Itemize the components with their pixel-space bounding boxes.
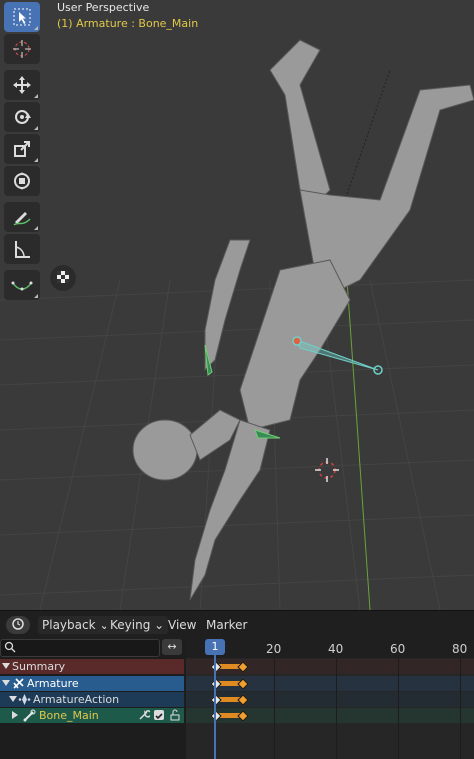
triangle-down-icon: [2, 680, 10, 686]
swap-channels-button[interactable]: ↔: [162, 639, 182, 655]
3d-cursor: [315, 458, 339, 482]
lock-icon[interactable]: [169, 709, 181, 725]
channel-label: Armature: [27, 677, 79, 690]
timeline-header: Playback ⌄ Keying ⌄ View Marker: [0, 610, 474, 639]
3d-cursor-icon: [12, 39, 32, 59]
dopesheet-area[interactable]: [186, 658, 474, 759]
viewport-object-info: (1) Armature : Bone_Main: [57, 17, 199, 30]
rotate-icon: [12, 107, 32, 127]
checkbox-icon[interactable]: [154, 710, 164, 720]
transform-icon: [12, 171, 32, 191]
channel-armature[interactable]: Armature: [0, 676, 184, 691]
scale-icon: [12, 139, 32, 159]
viewport-title: User Perspective: [57, 1, 150, 14]
editor-type-dropdown[interactable]: [6, 616, 30, 634]
ruler-label: 80: [452, 642, 468, 656]
triangle-down-icon: [9, 696, 17, 702]
rotate-tool-button[interactable]: [4, 102, 40, 132]
playhead-line[interactable]: [214, 655, 216, 759]
pose-curve-tool-button[interactable]: [4, 270, 40, 300]
transform-tool-button[interactable]: [4, 166, 40, 196]
viewport-grid: [0, 39, 474, 610]
measure-tool-button[interactable]: [4, 234, 40, 264]
channel-search-input[interactable]: [0, 639, 160, 657]
annotate-tool-button[interactable]: [4, 202, 40, 232]
cursor-select-icon: [13, 8, 31, 26]
channel-label: ArmatureAction: [33, 693, 120, 706]
ruler-label: 60: [390, 642, 406, 656]
checker-toggle-button[interactable]: [50, 265, 76, 291]
channel-bone-main[interactable]: Bone_Main: [0, 708, 184, 723]
channel-label: Bone_Main: [39, 709, 99, 722]
cursor-tool-button[interactable]: [4, 34, 40, 64]
marker-menu[interactable]: Marker: [202, 616, 251, 634]
channel-armature-action[interactable]: ArmatureAction: [0, 692, 184, 707]
scale-tool-button[interactable]: [4, 134, 40, 164]
checker-icon: [57, 270, 69, 286]
measure-ruler-icon: [12, 239, 32, 259]
3d-viewport[interactable]: User Perspective (1) Armature : Bone_Mai…: [0, 0, 474, 610]
annotate-pen-icon: [12, 207, 32, 227]
channel-label: Summary: [12, 660, 66, 673]
view-menu[interactable]: View: [164, 616, 200, 634]
keying-menu[interactable]: Keying ⌄: [106, 616, 169, 634]
channel-summary[interactable]: Summary: [0, 659, 184, 674]
pose-curve-icon: [11, 275, 33, 295]
move-arrows-icon: [12, 75, 32, 95]
ruler-label: 20: [266, 642, 282, 656]
frame-ruler[interactable]: 20 40 60 80: [186, 638, 474, 658]
triangle-right-icon: [12, 711, 18, 719]
wrench-icon[interactable]: [138, 709, 152, 725]
current-frame-indicator[interactable]: 1: [205, 639, 225, 655]
bone-icon: [23, 709, 36, 726]
timeline-editor: Playback ⌄ Keying ⌄ View Marker ↔ 20 40 …: [0, 610, 474, 759]
move-tool-button[interactable]: [4, 70, 40, 100]
search-icon: [4, 641, 16, 656]
clock-icon: [12, 617, 24, 633]
playback-menu[interactable]: Playback ⌄: [38, 616, 114, 634]
triangle-down-icon: [2, 663, 10, 669]
select-tool-button[interactable]: [4, 2, 40, 32]
ruler-label: 40: [328, 642, 344, 656]
